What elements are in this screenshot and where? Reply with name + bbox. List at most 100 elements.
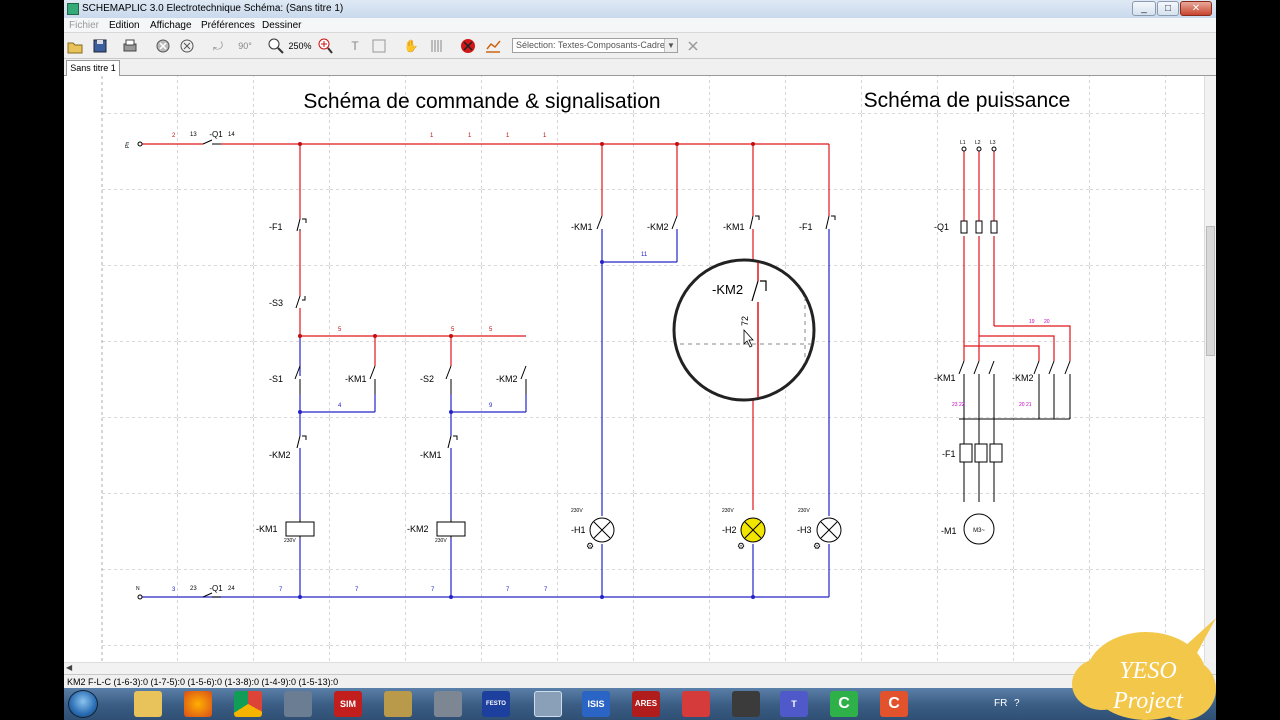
label-km2-a: -KM2 <box>496 374 518 384</box>
isis-icon[interactable]: ISIS <box>582 691 610 717</box>
taskbar: SIM FESTO ISIS ARES T C C FR ? <box>64 688 1216 720</box>
minimize-button[interactable]: _ <box>1132 1 1156 16</box>
chrome-icon[interactable] <box>234 691 262 717</box>
svg-text:L1: L1 <box>960 140 966 146</box>
logo-line2: Project <box>1113 688 1183 714</box>
horizontal-scrollbar[interactable]: ◀ ▶ <box>64 662 1204 674</box>
save-icon[interactable] <box>91 37 109 55</box>
schematic-canvas[interactable]: Schéma de commande & signalisation Schém… <box>64 76 1204 662</box>
text-tool-icon[interactable]: T <box>346 37 364 55</box>
svg-text:230V: 230V <box>284 538 296 544</box>
label-km1-d: -KM1 <box>723 222 745 232</box>
c-app-icon[interactable]: C <box>830 691 858 717</box>
label-km1-b: -KM1 <box>420 450 442 460</box>
grid-icon[interactable] <box>428 37 446 55</box>
svg-text:11: 11 <box>641 252 648 258</box>
title-command-schema: Schéma de commande & signalisation <box>303 90 660 113</box>
label-h2: -H2 <box>722 525 737 535</box>
km1-coil[interactable] <box>285 521 315 537</box>
menu-fichier[interactable]: Fichier <box>69 18 99 33</box>
label-s2: -S2 <box>420 374 434 384</box>
title-bar[interactable]: SCHEMAPLIC 3.0 Electrotechnique Schéma: … <box>64 0 1216 18</box>
c-app2-icon[interactable]: C <box>880 691 908 717</box>
explorer-icon[interactable] <box>134 691 162 717</box>
fluidsim-icon[interactable]: FESTO <box>482 691 510 717</box>
logo-line1: YESO <box>1119 658 1177 684</box>
rotate-90-icon[interactable]: 90° <box>234 37 256 55</box>
tab-sans-titre-1[interactable]: Sans titre 1 <box>66 60 120 76</box>
label-km2-b: -KM2 <box>269 450 291 460</box>
power-terminal-labels: L1 L2 L3 <box>960 140 996 146</box>
label-h1: -H1 <box>571 525 586 535</box>
close-button[interactable]: ✕ <box>1180 1 1212 16</box>
svg-text:13: 13 <box>190 132 197 138</box>
svg-text:230V: 230V <box>435 538 447 544</box>
svg-text:24: 24 <box>228 586 235 592</box>
lamp-h3[interactable] <box>816 517 842 543</box>
grid <box>102 76 1204 662</box>
chevron-down-icon[interactable]: ▼ <box>664 39 677 52</box>
app-red-icon[interactable] <box>682 691 710 717</box>
svg-text:23: 23 <box>190 586 197 592</box>
delete-icon[interactable] <box>154 37 172 55</box>
tool4-icon[interactable] <box>732 691 760 717</box>
svg-text:20 21: 20 21 <box>1019 402 1032 408</box>
svg-text:⚙: ⚙ <box>586 541 594 551</box>
label-km2-coil: -KM2 <box>407 524 429 534</box>
maximize-button[interactable]: □ <box>1157 1 1179 16</box>
svg-text:19: 19 <box>1029 319 1035 325</box>
chart-icon[interactable] <box>484 37 502 55</box>
motor-symbol-text: M3~ <box>973 528 985 534</box>
vertical-scrollbar[interactable] <box>1204 76 1216 662</box>
svg-text:⚙: ⚙ <box>737 541 745 551</box>
status-bar: KM2 F-L-C (1-6-3):0 (1-7-5):0 (1-5-6):0 … <box>64 674 1216 688</box>
start-button[interactable] <box>68 690 98 718</box>
menu-edition[interactable]: Edition <box>109 18 140 33</box>
label-km2-power: -KM2 <box>1012 373 1034 383</box>
tool3-icon[interactable] <box>534 691 562 717</box>
close-doc-icon[interactable] <box>684 37 702 55</box>
zoom-in-icon[interactable] <box>316 37 334 55</box>
toolbar: ⤾ 90° 250% T ✋ Sélection: Textes-Composa… <box>64 33 1216 59</box>
simulation-stop-icon[interactable] <box>459 37 477 55</box>
svg-text:L3: L3 <box>990 140 996 146</box>
label-km1-coil: -KM1 <box>256 524 278 534</box>
km2-coil[interactable] <box>436 521 466 537</box>
cancel-icon[interactable] <box>178 37 196 55</box>
zoom-level[interactable]: 250% <box>286 37 314 55</box>
firefox-icon[interactable] <box>184 691 212 717</box>
label-f1: -F1 <box>269 222 283 232</box>
tool2-icon[interactable] <box>434 691 462 717</box>
label-f1-b: -F1 <box>799 222 813 232</box>
application-window: SCHEMAPLIC 3.0 Electrotechnique Schéma: … <box>64 0 1216 720</box>
frame-tool-icon[interactable] <box>370 37 388 55</box>
label-q1-power: -Q1 <box>934 222 949 232</box>
selection-filter-select[interactable]: Sélection: Textes-Composants-Cadres ▼ <box>512 38 678 53</box>
terminal-phase: Ph <box>125 142 131 148</box>
svg-text:⚙: ⚙ <box>813 541 821 551</box>
schematic-drawing[interactable]: Schéma de commande & signalisation Schém… <box>64 76 1204 662</box>
app-logo-icon[interactable] <box>284 691 312 717</box>
language-indicator[interactable]: FR <box>994 688 1007 720</box>
teams-icon[interactable]: T <box>780 691 808 717</box>
menu-affichage[interactable]: Affichage <box>150 18 192 33</box>
open-folder-icon[interactable] <box>66 37 84 55</box>
help-icon[interactable]: ? <box>1014 688 1020 720</box>
menu-dessiner[interactable]: Dessiner <box>262 18 301 33</box>
label-m1: -M1 <box>941 526 957 536</box>
app-icon <box>67 3 79 15</box>
zoom-icon[interactable] <box>267 37 285 55</box>
menu-preferences[interactable]: Préférences <box>201 18 255 33</box>
print-icon[interactable] <box>121 37 139 55</box>
tool-icon[interactable] <box>384 691 412 717</box>
title-power-schema: Schéma de puissance <box>864 89 1071 112</box>
scroll-left-icon[interactable]: ◀ <box>66 663 72 672</box>
lamp-h2[interactable] <box>740 517 766 543</box>
sim-icon[interactable]: SIM <box>334 691 362 717</box>
rotate-icon[interactable]: ⤾ <box>209 37 227 55</box>
svg-text:20: 20 <box>1044 319 1050 325</box>
ares-icon[interactable]: ARES <box>632 691 660 717</box>
hand-icon[interactable]: ✋ <box>402 37 420 55</box>
lamp-h1[interactable] <box>589 517 615 543</box>
scroll-thumb[interactable] <box>1206 226 1215 356</box>
